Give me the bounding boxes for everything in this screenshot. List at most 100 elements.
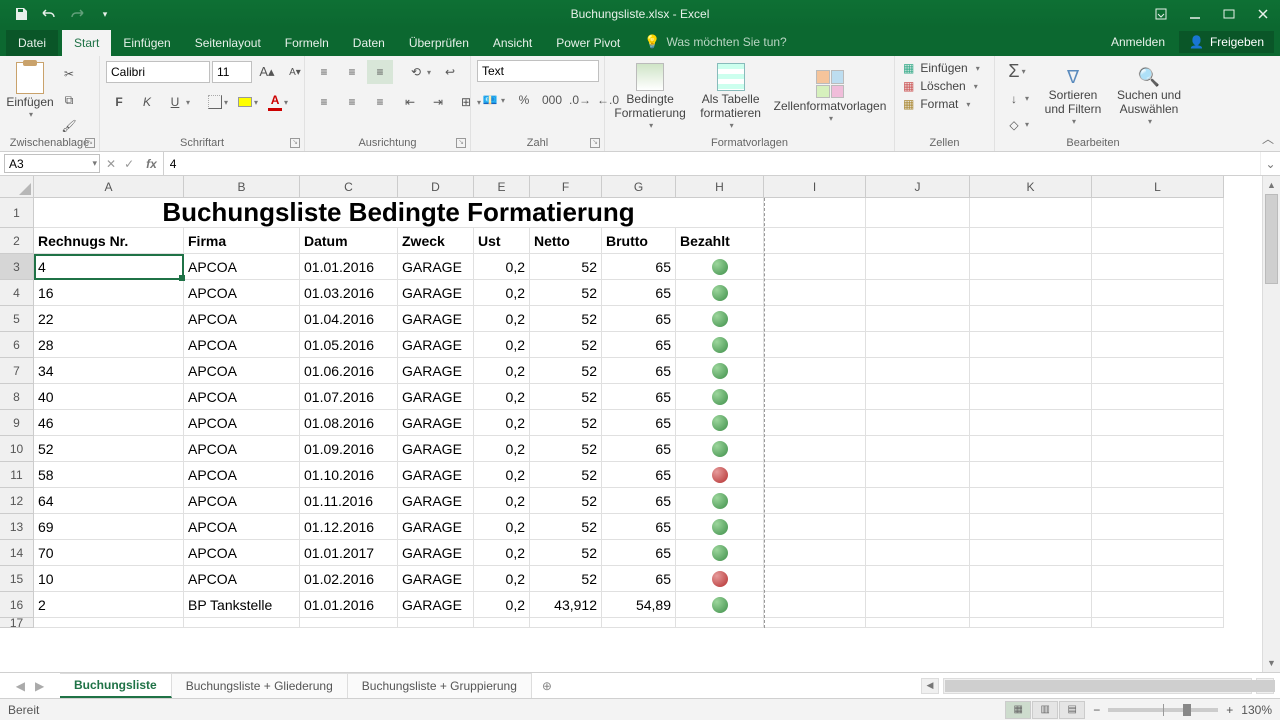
col-header-E[interactable]: E	[474, 176, 530, 198]
row-header[interactable]: 3	[0, 254, 34, 280]
clipboard-dialog-launcher[interactable]: ↘	[85, 138, 95, 148]
cell[interactable]	[866, 280, 970, 306]
cell[interactable]: 34	[34, 358, 184, 384]
cell[interactable]	[970, 332, 1092, 358]
cell[interactable]	[676, 566, 764, 592]
cell[interactable]	[866, 540, 970, 566]
expand-formula-bar-button[interactable]: ⌄	[1260, 152, 1280, 175]
cell[interactable]	[764, 280, 866, 306]
cell[interactable]: 65	[602, 566, 676, 592]
cell[interactable]: APCOA	[184, 566, 300, 592]
cell[interactable]	[970, 254, 1092, 280]
tab-formulas[interactable]: Formeln	[273, 30, 341, 56]
col-header-B[interactable]: B	[184, 176, 300, 198]
cell[interactable]	[676, 254, 764, 280]
cell[interactable]: GARAGE	[398, 540, 474, 566]
cell[interactable]	[970, 436, 1092, 462]
col-header-L[interactable]: L	[1092, 176, 1224, 198]
cell[interactable]: GARAGE	[398, 332, 474, 358]
cell[interactable]: 65	[602, 384, 676, 410]
cell[interactable]	[764, 462, 866, 488]
delete-cells-button[interactable]: ▦Löschen▾	[901, 78, 987, 94]
cell[interactable]: 0,2	[474, 514, 530, 540]
cell[interactable]	[970, 462, 1092, 488]
cell[interactable]	[970, 410, 1092, 436]
cell[interactable]	[866, 410, 970, 436]
cell[interactable]	[676, 332, 764, 358]
cell[interactable]	[866, 332, 970, 358]
cell[interactable]: APCOA	[184, 462, 300, 488]
tab-file[interactable]: Datei	[6, 30, 58, 56]
col-header-J[interactable]: J	[866, 176, 970, 198]
cell[interactable]: 65	[602, 488, 676, 514]
tab-start[interactable]: Start	[62, 30, 111, 56]
cell[interactable]	[1092, 592, 1224, 618]
cell[interactable]: GARAGE	[398, 358, 474, 384]
cell[interactable]	[970, 228, 1092, 254]
cell[interactable]	[866, 228, 970, 254]
col-header-H[interactable]: H	[676, 176, 764, 198]
col-header-D[interactable]: D	[398, 176, 474, 198]
cell[interactable]: 01.01.2017	[300, 540, 398, 566]
cell[interactable]: APCOA	[184, 358, 300, 384]
number-format-select[interactable]	[477, 60, 599, 82]
row-header[interactable]: 15	[0, 566, 34, 592]
row-header[interactable]: 14	[0, 540, 34, 566]
cell[interactable]	[676, 358, 764, 384]
cell[interactable]	[1092, 488, 1224, 514]
cell[interactable]	[676, 384, 764, 410]
cell[interactable]	[764, 410, 866, 436]
name-box[interactable]: A3▾	[4, 154, 100, 173]
cell[interactable]	[764, 566, 866, 592]
cell[interactable]: 0,2	[474, 436, 530, 462]
row-header[interactable]: 7	[0, 358, 34, 384]
autosum-button[interactable]: Σ▾	[1001, 58, 1033, 85]
font-color-button[interactable]: A▾	[264, 90, 292, 114]
zoom-out-button[interactable]: −	[1093, 703, 1100, 717]
cell[interactable]	[764, 618, 866, 628]
cell[interactable]	[970, 566, 1092, 592]
comma-button[interactable]: 000	[539, 88, 565, 112]
format-as-table-button[interactable]: Als Tabelle formatieren▾	[695, 61, 766, 132]
cell[interactable]	[34, 618, 184, 628]
horizontal-scrollbar[interactable]: ◀ ▶	[915, 673, 1280, 698]
cell[interactable]	[764, 198, 866, 228]
cell[interactable]: 01.06.2016	[300, 358, 398, 384]
align-center-button[interactable]: ≡	[339, 90, 365, 114]
cell[interactable]	[970, 198, 1092, 228]
login-button[interactable]: Anmelden	[1101, 35, 1175, 49]
cell[interactable]	[866, 566, 970, 592]
cell[interactable]	[970, 488, 1092, 514]
cell[interactable]: GARAGE	[398, 254, 474, 280]
cell[interactable]: GARAGE	[398, 462, 474, 488]
cell[interactable]: GARAGE	[398, 436, 474, 462]
cell[interactable]	[970, 514, 1092, 540]
font-name-select[interactable]	[106, 61, 210, 83]
tab-view[interactable]: Ansicht	[481, 30, 544, 56]
cell[interactable]: 40	[34, 384, 184, 410]
select-all-button[interactable]	[0, 176, 34, 198]
cell[interactable]: 01.02.2016	[300, 566, 398, 592]
row-header[interactable]: 5	[0, 306, 34, 332]
cell[interactable]: APCOA	[184, 488, 300, 514]
format-cells-button[interactable]: ▦Format▾	[901, 96, 987, 112]
cell[interactable]: 65	[602, 410, 676, 436]
cell[interactable]	[866, 514, 970, 540]
cell[interactable]	[1092, 618, 1224, 628]
cell[interactable]	[764, 228, 866, 254]
cell[interactable]: Brutto	[602, 228, 676, 254]
col-header-I[interactable]: I	[764, 176, 866, 198]
cell[interactable]: 01.01.2016	[300, 592, 398, 618]
cell[interactable]: 0,2	[474, 410, 530, 436]
cell[interactable]: Buchungsliste Bedingte Formatierung	[34, 198, 764, 228]
cell[interactable]: 0,2	[474, 488, 530, 514]
save-button[interactable]	[8, 2, 34, 26]
cell[interactable]	[970, 358, 1092, 384]
cell[interactable]: 65	[602, 462, 676, 488]
view-page-layout-button[interactable]: ▥	[1032, 701, 1058, 719]
cell[interactable]: Firma	[184, 228, 300, 254]
row-header[interactable]: 4	[0, 280, 34, 306]
cell[interactable]: APCOA	[184, 514, 300, 540]
cell[interactable]: 65	[602, 540, 676, 566]
hscroll-thumb[interactable]	[945, 680, 1275, 692]
